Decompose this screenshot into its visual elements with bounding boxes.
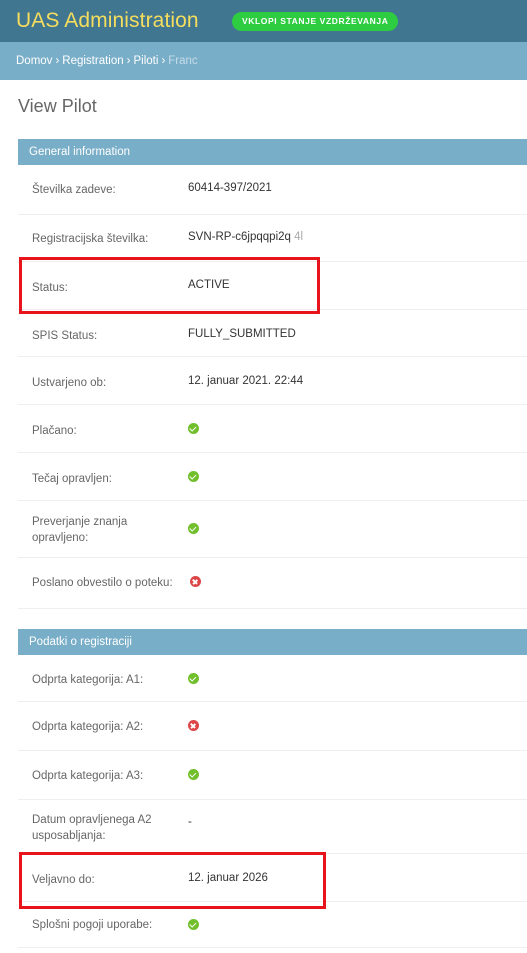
field-label: Registracijska številka: xyxy=(32,233,149,245)
field-value: FULLY_SUBMITTED xyxy=(188,328,296,340)
status-value: ACTIVE xyxy=(188,279,230,291)
field-row-open-a3: Odprta kategorija: A3: xyxy=(18,751,527,800)
field-row-spis-status: SPIS Status: FULLY_SUBMITTED xyxy=(18,310,527,357)
field-label: Datum opravljenega A2 usposabljanja: xyxy=(32,814,152,842)
cross-circle-icon xyxy=(190,576,201,588)
field-label: Plačano: xyxy=(32,425,77,437)
field-row-valid-until: Veljavno do: 12. januar 2026 xyxy=(18,854,527,902)
check-circle-icon xyxy=(188,423,199,435)
field-value xyxy=(188,917,199,933)
field-value: - xyxy=(188,816,192,828)
field-row-registration-number: Registracijska številka: SVN-RP-c6jpqqpi… xyxy=(18,215,527,262)
field-value xyxy=(188,521,199,537)
registration-number-text: SVN-RP-c6jpqqpi2q xyxy=(188,231,291,243)
field-label: Status: xyxy=(32,282,68,294)
field-label: Veljavno do: xyxy=(32,874,95,886)
breadcrumb-app-link[interactable]: Registration xyxy=(62,55,123,67)
field-value: 12. januar 2021. 22:44 xyxy=(188,375,304,387)
field-value xyxy=(190,574,201,590)
field-row-a2-training-date: Datum opravljenega A2 usposabljanja: - xyxy=(18,800,527,854)
field-row-terms: Splošni pogoji uporabe: xyxy=(18,902,527,948)
field-label: Odprta kategorija: A2: xyxy=(32,721,144,733)
field-row-expiry-notice: Poslano obvestilo o poteku: xyxy=(18,558,527,609)
field-value xyxy=(188,421,199,437)
breadcrumb-model-link[interactable]: Piloti xyxy=(134,55,159,67)
field-row-created-at: Ustvarjeno ob: 12. januar 2021. 22:44 xyxy=(18,357,527,405)
check-circle-icon xyxy=(188,471,199,483)
field-label: Tečaj opravljen: xyxy=(32,473,112,485)
field-value xyxy=(188,718,199,734)
general-information-fieldset: General information Številka zadeve: 604… xyxy=(18,139,527,609)
breadcrumb-separator: › xyxy=(126,55,131,67)
fieldset-heading: General information xyxy=(18,139,527,165)
breadcrumb-home-link[interactable]: Domov xyxy=(16,55,52,67)
site-brand[interactable]: UAS Administration xyxy=(16,8,199,34)
field-value: SVN-RP-c6jpqqpi2q 4l xyxy=(188,229,303,245)
breadcrumb: Domov › Registration › Piloti › Franc xyxy=(0,42,527,80)
check-circle-icon xyxy=(188,673,199,685)
field-row-course-completed: Tečaj opravljen: xyxy=(18,453,527,501)
registration-data-fieldset: Podatki o registraciji Odprta kategorija… xyxy=(18,629,527,948)
field-value: 60414-397/2021 xyxy=(188,182,272,194)
field-row-case-number: Številka zadeve: 60414-397/2021 xyxy=(18,165,527,215)
field-label: Poslano obvestilo o poteku: xyxy=(32,577,173,589)
field-label: Odprta kategorija: A1: xyxy=(32,674,144,686)
field-value xyxy=(188,671,199,687)
field-row-open-a2: Odprta kategorija: A2: xyxy=(18,702,527,751)
site-header: UAS Administration VKLOPI STANJE VZDRŽEV… xyxy=(0,0,527,42)
field-row-status: Status: ACTIVE xyxy=(18,262,527,310)
field-row-paid: Plačano: xyxy=(18,405,527,453)
field-row-knowledge-check: Preverjanje znanja opravljeno: xyxy=(18,501,527,558)
check-circle-icon xyxy=(188,919,199,931)
check-circle-icon xyxy=(188,523,199,535)
field-value xyxy=(188,767,199,783)
field-label: SPIS Status: xyxy=(32,330,98,342)
registration-number-suffix: 4l xyxy=(294,231,304,243)
field-label: Splošni pogoji uporabe: xyxy=(32,919,153,931)
breadcrumb-separator: › xyxy=(161,55,166,67)
field-label: Odprta kategorija: A3: xyxy=(32,770,144,782)
check-circle-icon xyxy=(188,769,199,781)
cross-circle-icon xyxy=(188,720,199,732)
breadcrumb-separator: › xyxy=(55,55,60,67)
page-title: View Pilot xyxy=(18,96,97,116)
field-label: Preverjanje znanja opravljeno: xyxy=(32,516,128,544)
fieldset-heading: Podatki o registraciji xyxy=(18,629,527,655)
field-label: Številka zadeve: xyxy=(32,184,116,196)
valid-until-value: 12. januar 2026 xyxy=(188,872,268,884)
maintenance-mode-button[interactable]: VKLOPI STANJE VZDRŽEVANJA xyxy=(232,12,399,31)
field-label: Ustvarjeno ob: xyxy=(32,377,107,389)
field-row-open-a1: Odprta kategorija: A1: xyxy=(18,655,527,702)
breadcrumb-current: Franc xyxy=(168,55,198,67)
field-value xyxy=(188,469,199,485)
